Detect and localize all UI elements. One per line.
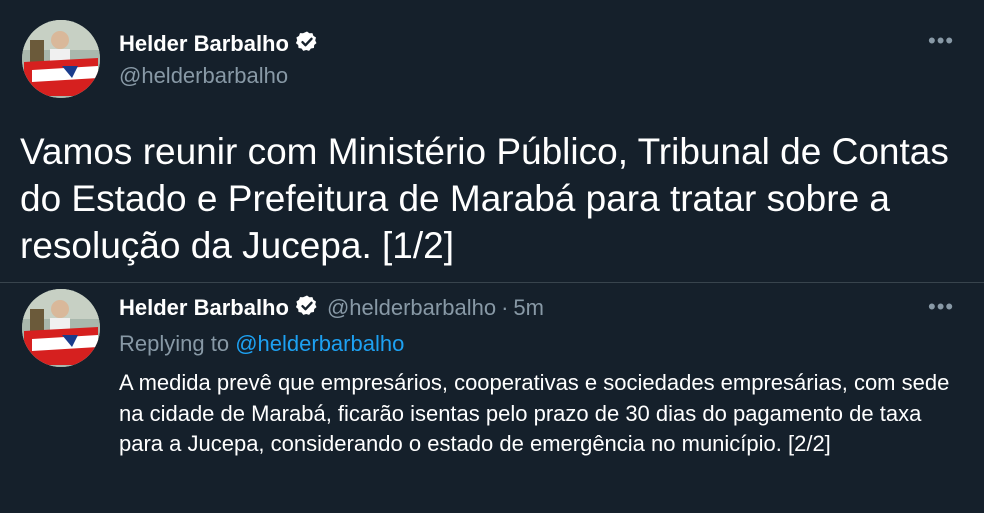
divider bbox=[0, 282, 984, 283]
author-name[interactable]: Helder Barbalho bbox=[119, 31, 289, 57]
more-horizontal-icon[interactable]: ••• bbox=[928, 296, 954, 318]
avatar-image bbox=[22, 20, 100, 98]
separator: · bbox=[501, 295, 509, 320]
avatar-image bbox=[22, 289, 100, 367]
tweet-text: Vamos reunir com Ministério Público, Tri… bbox=[20, 131, 949, 266]
replying-to-label: Replying to bbox=[119, 331, 230, 356]
author-handle[interactable]: @helderbarbalho bbox=[119, 63, 288, 89]
verified-badge-icon bbox=[295, 30, 319, 59]
main-tweet: Helder Barbalho @helderbarbalho ••• Vamo… bbox=[0, 0, 984, 290]
author-name[interactable]: Helder Barbalho bbox=[119, 295, 289, 321]
more-horizontal-icon[interactable]: ••• bbox=[928, 30, 954, 52]
tweet-text: A medida prevê que empresários, cooperat… bbox=[119, 370, 950, 456]
author-handle[interactable]: @helderbarbalho bbox=[327, 295, 496, 321]
timestamp[interactable]: 5m bbox=[513, 295, 544, 321]
replying-to-link[interactable]: @helderbarbalho bbox=[235, 331, 404, 356]
avatar[interactable] bbox=[22, 20, 100, 98]
verified-badge-icon bbox=[295, 294, 319, 323]
replying-to: Replying to @helderbarbalho bbox=[119, 331, 404, 357]
avatar[interactable] bbox=[22, 289, 100, 367]
